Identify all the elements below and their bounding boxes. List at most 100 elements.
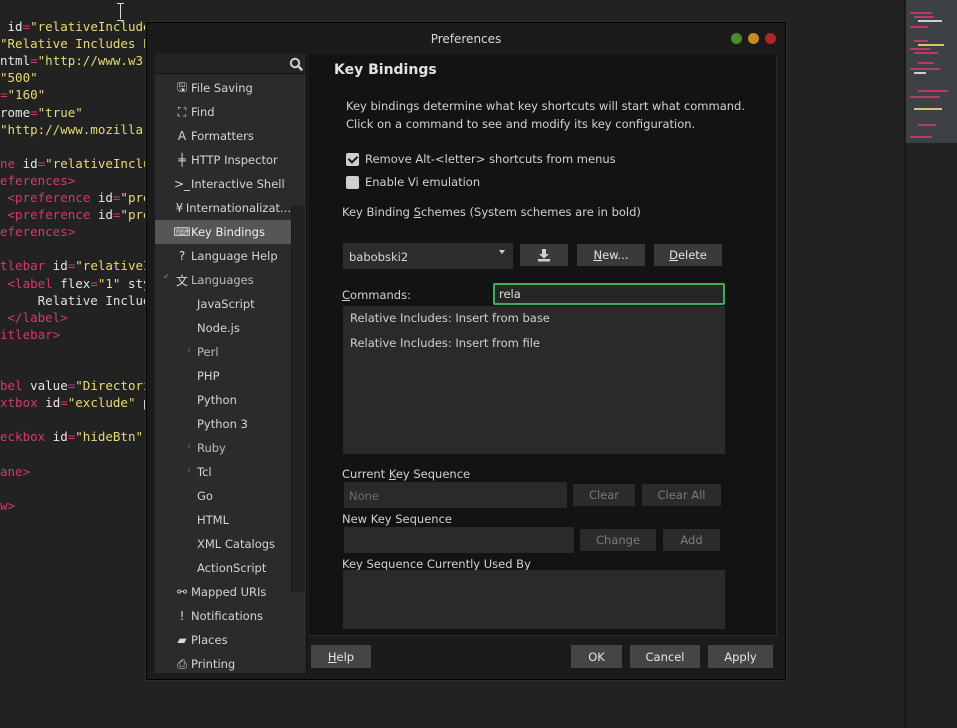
code-token: id <box>15 155 38 171</box>
sidebar-item-internationalizat[interactable]: ¥ Internationalizat... <box>155 196 291 220</box>
search-icon[interactable] <box>289 57 303 71</box>
sidebar-item-label: Key Bindings <box>191 225 265 239</box>
ok-button[interactable]: OK <box>571 645 622 668</box>
sidebar-item-notifications[interactable]: ! Notifications <box>155 604 291 628</box>
sidebar-item-key-bindings[interactable]: ⌨ Key Bindings <box>155 220 291 244</box>
code-token: ane> <box>0 463 31 479</box>
sidebar-item-php[interactable]: PHP <box>155 364 291 388</box>
code-line: itlebar> <box>0 326 60 343</box>
sidebar-item-label: Interactive Shell <box>191 177 285 191</box>
clear-button[interactable]: Clear <box>573 484 635 506</box>
new-key-sequence-field[interactable] <box>344 527 574 553</box>
sidebar-item-languages[interactable]: 文 ✔ Languages <box>155 268 291 292</box>
clear-all-button[interactable]: Clear All <box>642 484 721 506</box>
sidebar-item-python-3[interactable]: Python 3 <box>155 412 291 436</box>
maximize-button[interactable] <box>748 33 759 44</box>
sidebar-item-label: File Saving <box>191 81 253 95</box>
sidebar-item-perl[interactable]: › Perl <box>155 340 291 364</box>
download-icon <box>538 249 550 262</box>
sidebar-item-label: Mapped URIs <box>191 585 267 599</box>
sidebar-item-python[interactable]: Python <box>155 388 291 412</box>
code-token: id <box>45 258 68 274</box>
sidebar-item-javascript[interactable]: JavaScript <box>155 292 291 316</box>
enable-vi-emulation-checkbox[interactable]: Enable Vi emulation <box>346 174 480 190</box>
checkbox-box[interactable] <box>346 175 359 189</box>
access-key: C <box>342 288 351 302</box>
code-line: tlebar id="relativeIn <box>0 257 158 274</box>
minimap-line <box>914 52 938 54</box>
code-line: w> <box>0 497 15 514</box>
code-line: "500" <box>0 69 38 86</box>
commands-list[interactable]: Relative Includes: Insert from base Relat… <box>343 306 725 454</box>
button-label: elete <box>677 248 707 262</box>
checkbox-box[interactable] <box>346 152 359 166</box>
sidebar-item-tcl[interactable]: › Tcl <box>155 460 291 484</box>
code-token: ne <box>0 155 16 171</box>
import-scheme-button[interactable] <box>520 244 568 266</box>
collapsed-chevron-icon[interactable]: › <box>187 465 191 476</box>
apply-button[interactable]: Apply <box>708 645 773 668</box>
sidebar-item-mapped-uris[interactable]: ⚯ Mapped URIs <box>155 580 291 604</box>
minimap-line <box>910 96 940 98</box>
sidebar-item-ruby[interactable]: › Ruby <box>155 436 291 460</box>
sidebar-item-label: Ruby <box>197 441 226 455</box>
minimap-line <box>914 72 926 74</box>
description-line-2: Click on a command to see and modify its… <box>346 117 696 131</box>
terminal-icon: >_ <box>173 177 191 191</box>
sidebar-item-html[interactable]: HTML <box>155 508 291 532</box>
code-token: = <box>30 53 38 69</box>
command-list-item[interactable]: Relative Includes: Insert from base <box>350 311 550 325</box>
close-button[interactable] <box>765 33 776 44</box>
sidebar-item-label: Language Help <box>191 249 278 263</box>
command-list-item[interactable]: Relative Includes: Insert from file <box>350 336 540 350</box>
sidebar-item-places[interactable]: ▰ Places <box>155 628 291 652</box>
button-label: ew... <box>602 248 629 262</box>
current-key-sequence-field[interactable]: None <box>344 482 567 508</box>
button-label: elp <box>336 649 355 664</box>
sidebar-search-input[interactable] <box>155 54 306 74</box>
delete-scheme-button[interactable]: Delete <box>654 244 722 266</box>
save-icon: 🖫 <box>176 79 188 94</box>
dialog-titlebar[interactable]: Preferences <box>147 23 785 55</box>
code-token: eckbox <box>0 429 46 445</box>
remove-alt-shortcuts-checkbox[interactable]: Remove Alt-<letter> shortcuts from menus <box>346 151 616 167</box>
minimap[interactable] <box>906 0 957 143</box>
used-by-list[interactable] <box>343 570 725 629</box>
code-token: flex <box>52 275 91 291</box>
add-button[interactable]: Add <box>663 529 720 551</box>
code-token: tlebar <box>0 258 46 274</box>
sidebar-item-file-saving[interactable]: 🖫 File Saving <box>155 76 291 100</box>
help-button[interactable]: Help <box>311 645 371 668</box>
sidebar-item-actionscript[interactable]: ActionScript <box>155 556 291 580</box>
sidebar-item-language-help[interactable]: ? Language Help <box>155 244 291 268</box>
dropdown-arrow-icon <box>499 250 505 254</box>
new-scheme-button[interactable]: New... <box>577 244 645 266</box>
sidebar-item-interactive-shell[interactable]: >_ Interactive Shell <box>155 172 291 196</box>
sidebar-item-formatters[interactable]: A Formatters <box>155 124 291 148</box>
code-line: xtbox id="exclude" pr <box>0 394 158 411</box>
sidebar-item-node-js[interactable]: Node.js <box>155 316 291 340</box>
code-line: eferences> <box>0 223 75 240</box>
collapsed-chevron-icon[interactable]: › <box>187 441 191 452</box>
expanded-chevron-icon[interactable]: ✔ <box>163 272 170 281</box>
access-key: N <box>593 248 603 262</box>
preferences-sidebar: 🖫 File Saving ⛶ Find A Formatters ╪ HTTP Inspec… <box>155 54 307 673</box>
minimize-button[interactable] <box>731 33 742 44</box>
change-button[interactable]: Change <box>580 529 656 551</box>
sidebar-item-label: HTML <box>197 513 230 527</box>
scheme-value: babobski2 <box>349 250 409 264</box>
commands-filter-input[interactable]: rela <box>493 283 725 305</box>
code-token: itlebar> <box>0 326 61 342</box>
sidebar-scrollbar[interactable] <box>291 206 305 592</box>
sidebar-item-find[interactable]: ⛶ Find <box>155 100 291 124</box>
sidebar-item-http-inspector[interactable]: ╪ HTTP Inspector <box>155 148 291 172</box>
sidebar-item-xml-catalogs[interactable]: XML Catalogs <box>155 532 291 556</box>
font-icon: A <box>177 129 187 143</box>
code-token: "1" <box>97 275 121 291</box>
code-token: id <box>37 395 61 411</box>
cancel-button[interactable]: Cancel <box>630 645 700 668</box>
scheme-select[interactable]: babobski2 <box>343 243 513 269</box>
collapsed-chevron-icon[interactable]: › <box>187 345 191 356</box>
sidebar-item-go[interactable]: Go <box>155 484 291 508</box>
sidebar-item-printing[interactable]: ⎙ Printing <box>155 652 291 673</box>
